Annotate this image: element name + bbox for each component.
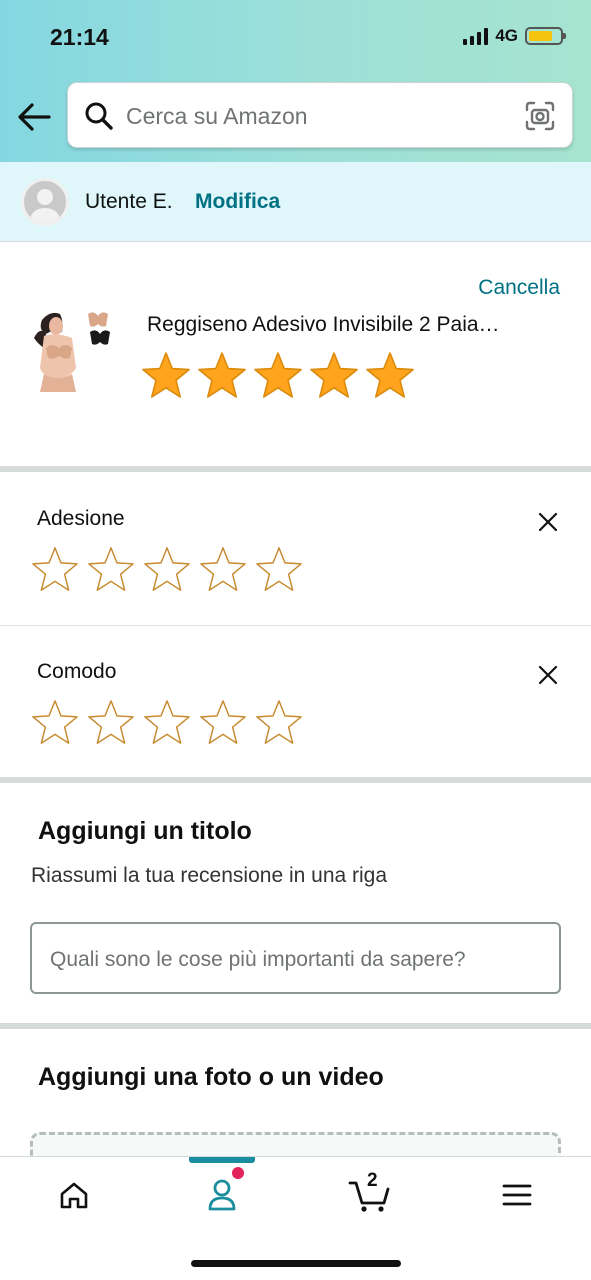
status-indicators: 4G bbox=[463, 26, 566, 46]
tab-menu[interactable] bbox=[487, 1173, 547, 1217]
status-time: 21:14 bbox=[50, 24, 109, 50]
home-icon bbox=[60, 1182, 88, 1209]
avatar bbox=[21, 178, 69, 226]
attribute-label-comodo: Comodo bbox=[37, 660, 117, 683]
attribute-rating-adesione[interactable] bbox=[30, 545, 304, 595]
product-title: Reggiseno Adesivo Invisibile 2 Paia… bbox=[147, 313, 500, 336]
star-icon-4[interactable] bbox=[308, 350, 360, 402]
attribute-label-adesione: Adesione bbox=[37, 507, 125, 530]
star-icon-5[interactable] bbox=[254, 698, 304, 748]
row-divider bbox=[0, 625, 591, 626]
search-bar[interactable]: Cerca su Amazon bbox=[67, 82, 573, 148]
close-icon[interactable] bbox=[537, 511, 559, 533]
account-icon bbox=[208, 1179, 236, 1211]
search-icon bbox=[85, 102, 113, 130]
star-icon-3[interactable] bbox=[142, 545, 192, 595]
star-icon-4[interactable] bbox=[198, 545, 248, 595]
star-icon-2[interactable] bbox=[196, 350, 248, 402]
back-arrow-icon[interactable] bbox=[16, 100, 52, 134]
close-icon[interactable] bbox=[537, 664, 559, 686]
user-bar: Utente E. Modifica bbox=[0, 162, 591, 242]
star-icon-5[interactable] bbox=[364, 350, 416, 402]
star-icon-1[interactable] bbox=[140, 350, 192, 402]
title-section-heading: Aggiungi un titolo bbox=[38, 817, 252, 845]
battery-icon bbox=[525, 27, 566, 45]
search-input[interactable]: Cerca su Amazon bbox=[126, 103, 308, 130]
star-icon-1[interactable] bbox=[30, 545, 80, 595]
cancel-link[interactable]: Cancella bbox=[478, 276, 560, 300]
section-divider bbox=[0, 777, 591, 783]
review-title-placeholder: Quali sono le cose più importanti da sap… bbox=[50, 948, 466, 971]
star-icon-5[interactable] bbox=[254, 545, 304, 595]
review-title-field[interactable]: Quali sono le cose più importanti da sap… bbox=[30, 922, 561, 994]
product-image bbox=[32, 308, 114, 396]
network-type: 4G bbox=[495, 26, 518, 45]
hamburger-icon bbox=[502, 1184, 532, 1206]
edit-profile-link[interactable]: Modifica bbox=[195, 190, 280, 214]
notification-badge bbox=[232, 1167, 244, 1179]
cart-count: 2 bbox=[367, 1170, 378, 1191]
star-icon-2[interactable] bbox=[86, 698, 136, 748]
attribute-rating-comodo[interactable] bbox=[30, 698, 304, 748]
signal-icon bbox=[463, 27, 489, 45]
user-avatar-icon bbox=[29, 189, 61, 223]
home-indicator bbox=[191, 1260, 401, 1267]
tab-home[interactable] bbox=[44, 1173, 104, 1217]
star-icon-3[interactable] bbox=[142, 698, 192, 748]
header: 21:14 4G Cerca su Amazon bbox=[0, 0, 591, 162]
active-tab-indicator bbox=[189, 1157, 255, 1163]
star-icon-2[interactable] bbox=[86, 545, 136, 595]
title-section-subtitle: Riassumi la tua recensione in una riga bbox=[31, 864, 388, 887]
section-divider bbox=[0, 1023, 591, 1029]
overall-rating[interactable] bbox=[140, 350, 416, 402]
section-divider bbox=[0, 466, 591, 472]
star-icon-4[interactable] bbox=[198, 698, 248, 748]
star-icon-3[interactable] bbox=[252, 350, 304, 402]
media-section-heading: Aggiungi una foto o un video bbox=[38, 1063, 384, 1091]
tab-account[interactable] bbox=[192, 1173, 252, 1217]
star-icon-1[interactable] bbox=[30, 698, 80, 748]
user-name: Utente E. bbox=[85, 190, 173, 213]
camera-scan-icon[interactable] bbox=[524, 100, 556, 132]
